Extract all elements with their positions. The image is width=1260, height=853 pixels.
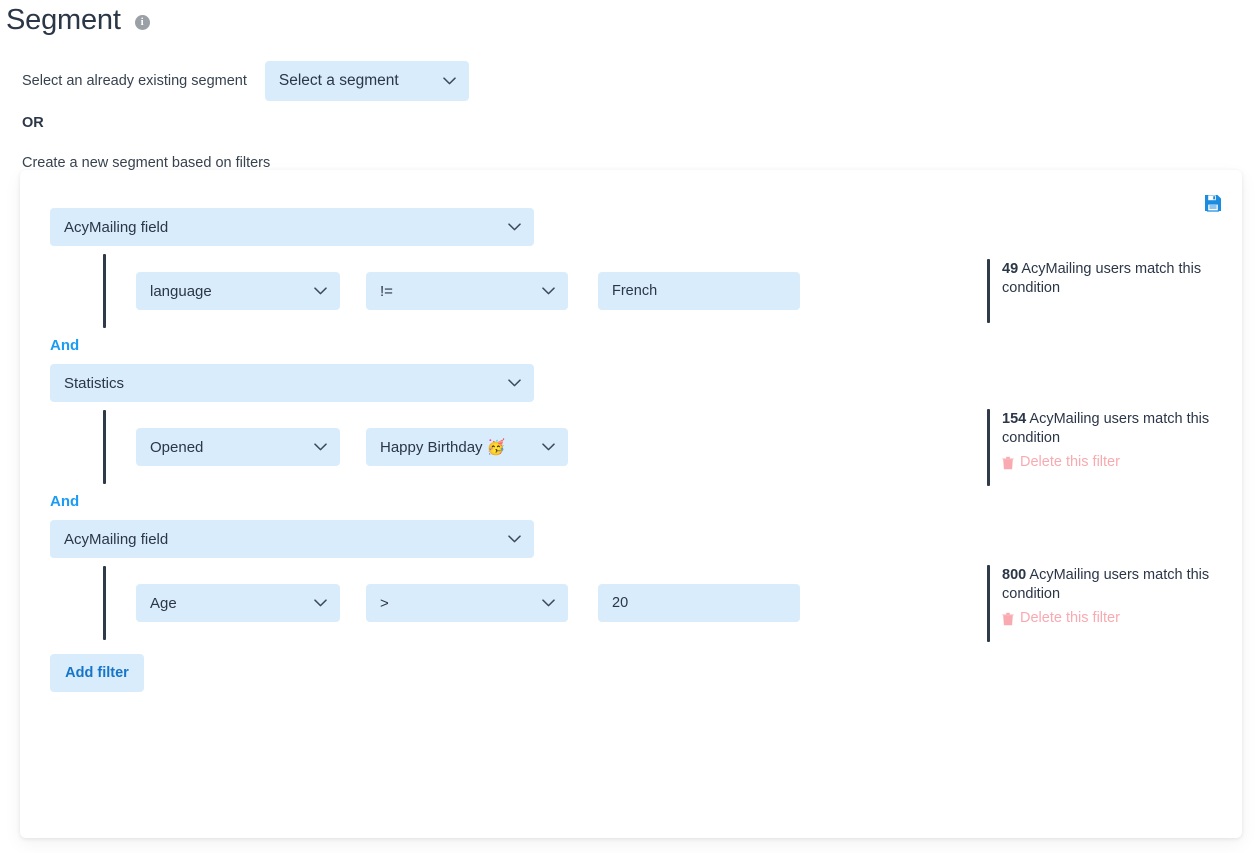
condition-field-value: Age	[150, 594, 177, 612]
match-count-text: 800 AcyMailing users match this conditio…	[1002, 567, 1210, 602]
filter-condition-row: Age >20 800 AcyMailing users match this co…	[50, 558, 1226, 648]
condition-operator-value: >	[380, 594, 389, 612]
condition-fields: Age >20	[106, 558, 800, 648]
select-segment-dropdown[interactable]: Select a segment	[264, 61, 469, 101]
info-icon[interactable]: i	[134, 14, 150, 30]
match-count-text: 154 AcyMailing users match this conditio…	[1002, 411, 1210, 446]
filter-group: AcyMailing field language != French 49 AcyMa…	[50, 208, 1226, 336]
match-count-number: 154	[1002, 411, 1027, 427]
chevron-down-icon	[508, 223, 521, 231]
filter-group: And Statistics Opened Happy Birthday 🥳 154 A…	[50, 336, 1226, 492]
trash-icon	[1002, 612, 1014, 625]
condition-fields: Opened Happy Birthday 🥳	[106, 402, 568, 492]
condition-operator-value: !=	[380, 282, 393, 300]
filter-group: And AcyMailing field Age >20 800 AcyMailing …	[50, 492, 1226, 648]
condition-field-dropdown[interactable]: language	[136, 272, 340, 310]
filter-source-value: AcyMailing field	[64, 530, 169, 548]
filter-source-dropdown[interactable]: AcyMailing field	[50, 520, 534, 558]
page-title: Segment	[6, 4, 121, 36]
match-count-box: 154 AcyMailing users match this conditio…	[987, 409, 1252, 486]
filter-source-dropdown[interactable]: AcyMailing field	[50, 208, 534, 246]
condition-value-input[interactable]: 20	[598, 584, 800, 622]
match-count-text: 49 AcyMailing users match this condition	[1002, 261, 1202, 296]
filter-source-value: Statistics	[64, 374, 125, 392]
conjunction-label: And	[50, 337, 80, 354]
filter-source-dropdown[interactable]: Statistics	[50, 364, 534, 402]
condition-operator-dropdown[interactable]: Happy Birthday 🥳	[366, 428, 568, 466]
condition-field-dropdown[interactable]: Opened	[136, 428, 340, 466]
segment-filters-card: AcyMailing field language != French 49 AcyMa…	[20, 170, 1242, 838]
condition-value-text: 20	[612, 595, 629, 611]
chevron-down-icon	[314, 599, 327, 607]
match-count-number: 800	[1002, 567, 1027, 583]
trash-icon	[1002, 456, 1014, 469]
chevron-down-icon	[314, 443, 327, 451]
match-count-box: 800 AcyMailing users match this conditio…	[987, 565, 1252, 642]
filter-source-value: AcyMailing field	[64, 218, 169, 236]
delete-filter-link[interactable]: Delete this filter	[1002, 453, 1252, 472]
filter-group-list: AcyMailing field language != French 49 AcyMa…	[50, 208, 1226, 692]
condition-value-text: French	[612, 283, 658, 299]
conjunction-label: And	[50, 493, 80, 510]
filter-condition-row: language != French 49 AcyMailing users matc…	[50, 246, 1226, 336]
match-count-number: 49	[1002, 261, 1019, 277]
condition-operator-dropdown[interactable]: !=	[366, 272, 568, 310]
or-separator: OR	[22, 115, 44, 131]
existing-segment-row: Select an already existing segment Selec…	[22, 61, 469, 101]
existing-segment-label: Select an already existing segment	[22, 73, 247, 89]
page-header: Segment i	[6, 2, 150, 38]
chevron-down-icon	[542, 443, 555, 451]
delete-filter-label: Delete this filter	[1020, 610, 1120, 626]
filter-condition-row: Opened Happy Birthday 🥳 154 AcyMailing use…	[50, 402, 1226, 492]
chevron-down-icon	[508, 535, 521, 543]
chevron-down-icon	[508, 379, 521, 387]
chevron-down-icon	[542, 599, 555, 607]
delete-filter-label: Delete this filter	[1020, 454, 1120, 470]
delete-filter-link[interactable]: Delete this filter	[1002, 609, 1252, 628]
condition-field-value: language	[150, 282, 212, 300]
create-segment-description: Create a new segment based on filters	[22, 155, 271, 171]
condition-field-value: Opened	[150, 438, 204, 456]
chevron-down-icon	[542, 287, 555, 295]
add-filter-button[interactable]: Add filter	[50, 654, 144, 692]
condition-value-input[interactable]: French	[598, 272, 800, 310]
select-segment-value: Select a segment	[278, 72, 399, 89]
condition-operator-value: Happy Birthday 🥳	[380, 439, 506, 456]
chevron-down-icon	[314, 287, 327, 295]
match-count-box: 49 AcyMailing users match this condition	[987, 259, 1252, 323]
condition-fields: language != French	[106, 246, 800, 336]
chevron-down-icon	[443, 77, 456, 85]
condition-operator-dropdown[interactable]: >	[366, 584, 568, 622]
condition-field-dropdown[interactable]: Age	[136, 584, 340, 622]
